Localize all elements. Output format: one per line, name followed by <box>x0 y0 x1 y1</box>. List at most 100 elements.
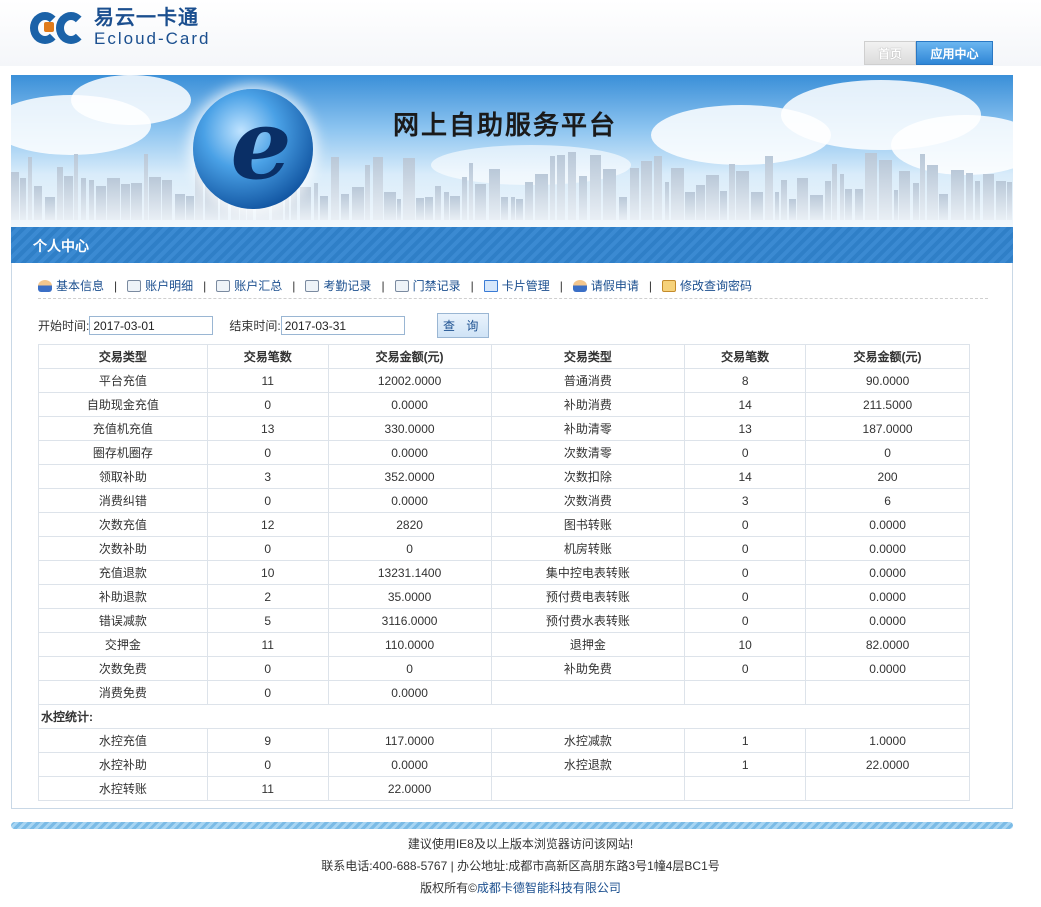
header-type: 交易类型 <box>490 344 686 369</box>
skyline-building <box>64 176 73 220</box>
menu-item[interactable]: 请假申请 <box>572 277 639 294</box>
skyline-building <box>186 196 194 220</box>
section-title: 个人中心 <box>33 238 89 254</box>
end-time-input[interactable] <box>280 316 405 335</box>
table-row: 水控充值 9 117.0000 水控减款 1 1.0000 <box>38 728 970 753</box>
start-time-label: 开始时间: <box>38 319 90 333</box>
table-row: 圈存机圈存 0 0.0000 次数清零 0 0 <box>38 440 970 465</box>
skyline-building <box>781 180 787 220</box>
table-cell: 平台充值 <box>38 368 208 393</box>
table-row: 充值退款 10 13231.1400 集中控电表转账 0 0.0000 <box>38 560 970 585</box>
brand-name-cn: 易云一卡通 <box>94 7 199 29</box>
table-cell <box>684 680 807 705</box>
table-row: 消费免费 0 0.0000 <box>38 680 970 705</box>
card-icon <box>483 279 498 292</box>
table-cell: 3 <box>206 464 329 489</box>
header: 易云一卡通 Ecloud-Card 首页 应用中心 <box>0 0 1041 66</box>
table-cell: 预付费电表转账 <box>490 584 686 609</box>
table-cell: 0 <box>206 680 329 705</box>
table-cell: 6 <box>805 488 970 513</box>
skyline-building <box>825 181 831 220</box>
table-cell: 11 <box>206 368 329 393</box>
table-row: 领取补助 3 352.0000 次数扣除 14 200 <box>38 464 970 489</box>
user-icon <box>572 279 587 292</box>
header-amount: 交易金额(元) <box>805 344 970 369</box>
menu-item-label: 请假申请 <box>590 279 639 293</box>
skyline-building <box>557 155 565 220</box>
table-cell: 补助清零 <box>490 416 686 441</box>
skyline-building <box>840 174 844 220</box>
date-search-form: 开始时间: 结束时间: 查 询 <box>38 313 489 338</box>
skyline-building <box>706 175 719 220</box>
skyline-building <box>397 199 401 220</box>
table-row: 平台充值 11 12002.0000 普通消费 8 90.0000 <box>38 368 970 393</box>
skyline-building <box>462 177 467 220</box>
table-cell: 13 <box>206 416 329 441</box>
table-row: 交押金 11 110.0000 退押金 10 82.0000 <box>38 632 970 657</box>
table-cell: 次数扣除 <box>490 464 686 489</box>
company-link[interactable]: 成都卡德智能科技有限公司 <box>477 881 621 895</box>
table-cell: 0 <box>684 560 807 585</box>
table-cell: 22.0000 <box>805 752 970 777</box>
skyline-building <box>403 158 415 220</box>
table-cell: 0.0000 <box>805 656 970 681</box>
table-cell: 0.0000 <box>327 440 492 465</box>
header-count: 交易笔数 <box>206 344 329 369</box>
skyline-building <box>149 177 161 220</box>
table-cell: 0.0000 <box>327 488 492 513</box>
query-button[interactable]: 查 询 <box>436 313 489 338</box>
skyline-building <box>729 164 735 220</box>
nav-tab-app-center[interactable]: 应用中心 <box>916 41 993 65</box>
water-group-row: 水控统计: <box>38 704 970 729</box>
table-cell: 0.0000 <box>805 584 970 609</box>
table-cell: 8 <box>684 368 807 393</box>
nav-tab-home[interactable]: 首页 <box>864 41 916 65</box>
table-cell: 1 <box>684 752 807 777</box>
skyline-building <box>797 178 808 220</box>
menu-item[interactable]: 账户汇总 <box>216 277 282 294</box>
skyline-building <box>28 157 32 220</box>
skyline-building <box>641 161 652 220</box>
content-panel: 基本信息 | 账户明细 | 账户汇总 | 考勤记录 | 门禁记录 | 卡片管理 | 请假申请 | 修改查询密… <box>11 263 1013 809</box>
menu-item[interactable]: 门禁记录 <box>394 277 461 294</box>
skyline-building <box>920 154 925 220</box>
menu-separator: | <box>203 278 207 293</box>
skyline-building <box>671 168 684 220</box>
skyline-building <box>425 197 433 220</box>
table-cell: 交押金 <box>38 632 208 657</box>
skyline-building <box>630 168 639 220</box>
table-cell: 领取补助 <box>38 464 208 489</box>
brand-logo[interactable]: 易云一卡通 Ecloud-Card <box>30 8 211 47</box>
skyline-building <box>579 176 587 220</box>
skyline-building <box>331 157 339 220</box>
table-cell <box>684 776 807 801</box>
table-cell: 5 <box>206 608 329 633</box>
menu-item[interactable]: 基本信息 <box>38 277 104 294</box>
table-cell: 0.0000 <box>805 608 970 633</box>
skyline-building <box>525 182 533 220</box>
start-time-input[interactable] <box>89 316 214 335</box>
menu-item[interactable]: 考勤记录 <box>305 277 371 294</box>
menu-item[interactable]: 账户明细 <box>127 277 193 294</box>
skyline-building <box>951 170 964 220</box>
skyline-building <box>665 182 669 220</box>
table-cell: 机房转账 <box>490 536 686 561</box>
table-cell: 次数充值 <box>38 512 208 537</box>
table-cell: 0 <box>684 584 807 609</box>
header-type: 交易类型 <box>38 344 208 369</box>
table-cell: 水控充值 <box>38 728 208 753</box>
skyline-building <box>74 154 78 220</box>
transaction-summary-table: 交易类型 交易笔数 交易金额(元) 交易类型 交易笔数 交易金额(元) 平台充值… <box>38 344 970 801</box>
skyline-building <box>81 178 86 220</box>
table-cell: 82.0000 <box>805 632 970 657</box>
menu-item[interactable]: 卡片管理 <box>483 277 550 294</box>
table-cell: 错误减款 <box>38 608 208 633</box>
table-cell: 3 <box>684 488 807 513</box>
document-icon <box>305 279 320 292</box>
table-cell: 110.0000 <box>327 632 492 657</box>
skyline-building <box>45 197 55 220</box>
table-cell: 圈存机圈存 <box>38 440 208 465</box>
menu-item[interactable]: 修改查询密码 <box>661 277 752 294</box>
table-cell: 0 <box>206 440 329 465</box>
table-cell: 200 <box>805 464 970 489</box>
